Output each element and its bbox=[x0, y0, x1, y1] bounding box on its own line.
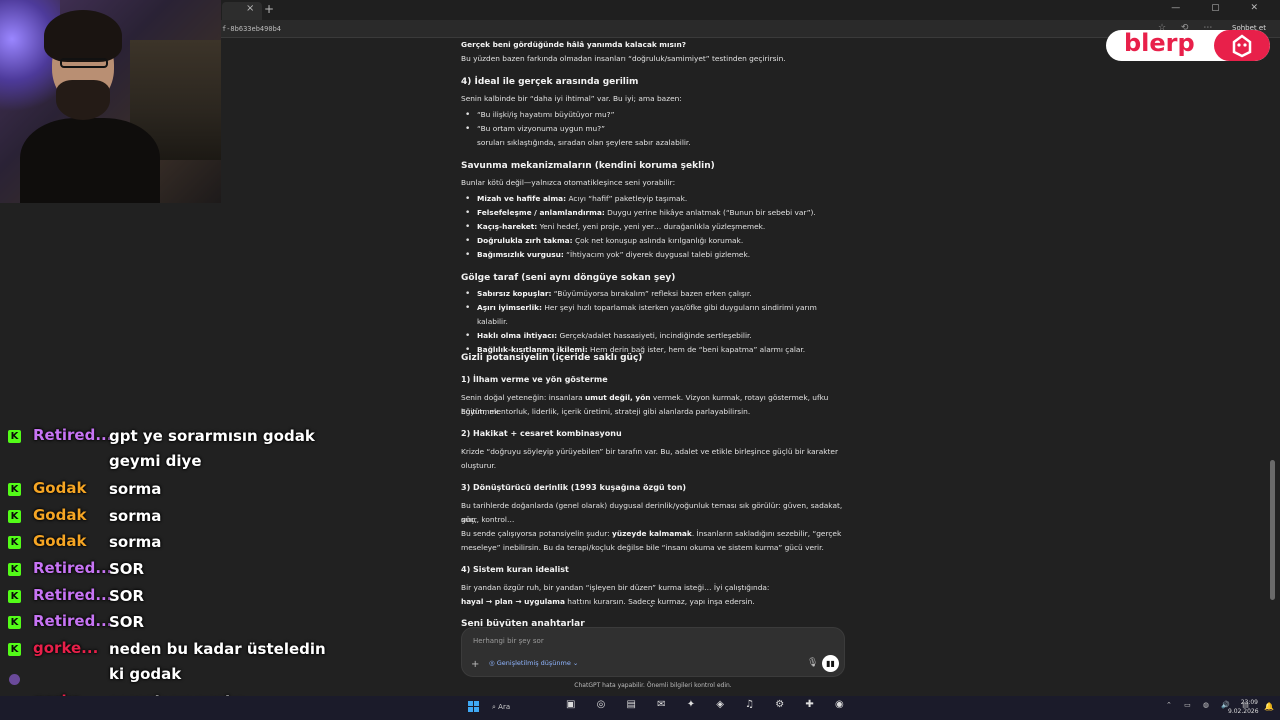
chat-username: Retired... bbox=[33, 559, 113, 577]
chat-username: gorke... bbox=[33, 639, 99, 657]
paragraph: oluşturur. bbox=[461, 461, 497, 470]
blerp-logo: blerp bbox=[1106, 30, 1270, 61]
paragraph: Krizde “doğruyu söyleyip yürüyebilen” bi… bbox=[461, 447, 839, 456]
paragraph: Bu yüzden bazen farkında olmadan insanla… bbox=[461, 54, 786, 63]
notification-icon[interactable]: 🔔 bbox=[1264, 702, 1274, 711]
kick-badge-icon: K bbox=[8, 536, 21, 549]
kick-badge-icon: K bbox=[8, 590, 21, 603]
mic-icon[interactable]: 🎙 bbox=[807, 658, 818, 668]
browser-tab[interactable] bbox=[222, 2, 262, 20]
paragraph-bold: Gerçek beni gördüğünde hâlâ yanımda kala… bbox=[461, 40, 687, 49]
subsection-heading: 4) Sistem kuran idealist bbox=[461, 565, 569, 574]
paragraph: sınır, kontrol… bbox=[461, 515, 515, 524]
chat-text: SOR bbox=[109, 587, 145, 605]
clock[interactable]: 23:09 9.02.2026 bbox=[1228, 698, 1259, 716]
kick-badge-icon: K bbox=[8, 616, 21, 629]
scrollbar[interactable] bbox=[1270, 460, 1275, 600]
taskbar: ⌕ Ara ▣ ◎ ▤ ✉ ✦ ◈ ♫ ⚙ ✚ ◉ ⌃ ▭ ◍ 🔊 ▤ 23:0… bbox=[0, 696, 1280, 720]
taskbar-search[interactable]: ⌕ Ara bbox=[488, 700, 558, 715]
chat-username: Godak bbox=[33, 532, 87, 550]
plus-icon[interactable]: + bbox=[471, 659, 479, 670]
paragraph: Senin kalbinde bir “daha iyi ihtimal” va… bbox=[461, 94, 682, 103]
chat-username: Retired... bbox=[33, 426, 113, 444]
scroll-down-icon[interactable]: ⌄ bbox=[648, 600, 655, 609]
section-heading: 4) İdeal ile gerçek arasında gerilim bbox=[461, 77, 639, 87]
list-item: Kaçış-hareket: Yeni hedef, yeni proje, y… bbox=[461, 220, 845, 234]
screen: × + — ▢ ✕ f-8b633eb490b4 ☆ ⟲ ⋯ Sohbet et… bbox=[0, 0, 1280, 720]
list-item: “Bu ortam vizyonuma uygun mu?” bbox=[461, 122, 845, 136]
subsection-heading: 1) İlham verme ve yön gösterme bbox=[461, 375, 608, 384]
chat-text: gpt ye sorarmısın godak geymi diye bbox=[109, 427, 315, 470]
chat-text: sorma bbox=[109, 533, 162, 551]
url-text[interactable]: f-8b633eb490b4 bbox=[222, 25, 281, 33]
chat-text: neden bu kadar üsteledin ki godak bbox=[109, 640, 326, 683]
kick-badge-icon: K bbox=[8, 483, 21, 496]
prompt-input-box[interactable]: Herhangi bir şey sor + ◎ Genişletilmiş d… bbox=[461, 627, 845, 677]
chat-username: Godak bbox=[33, 479, 87, 497]
taskbar-apps[interactable]: ▣ ◎ ▤ ✉ ✦ ◈ ♫ ⚙ ✚ ◉ bbox=[566, 699, 853, 710]
windows-start-icon[interactable] bbox=[468, 701, 480, 713]
paragraph: Bunlar kötü değil—yalnızca otomatikleşin… bbox=[461, 178, 676, 187]
paragraph: Bir yandan özgür ruh, bir yandan “işleye… bbox=[461, 583, 770, 592]
webcam-overlay bbox=[0, 0, 221, 203]
blerp-icon bbox=[1214, 30, 1270, 61]
section-heading: Gizli potansiyelin (içeride saklı güç) bbox=[461, 353, 643, 363]
kick-badge-icon: K bbox=[8, 643, 21, 656]
list-item: “Bu ilişki/iş hayatımı büyütüyor mu?” bbox=[461, 108, 845, 122]
list-item: Felsefeleşme / anlamlandırma: Duygu yeri… bbox=[461, 206, 845, 220]
list-item: Doğrulukla zırh takma: Çok net konuşup a… bbox=[461, 234, 845, 248]
paragraph: Bu sende çalışıyorsa potansiyelin şudur:… bbox=[461, 529, 842, 538]
disclaimer: ChatGPT hata yapabilir. Önemli bilgileri… bbox=[574, 682, 732, 689]
paragraph: meseleye” inebilirsin. Bu da terapi/koçl… bbox=[461, 543, 824, 552]
list: Mizah ve hafife alma: Acıyı “hafif” pake… bbox=[461, 192, 845, 262]
list: Sabırsız kopuşlar: “Büyümüyorsa bırakalı… bbox=[461, 287, 845, 357]
list-item: Haklı olma ihtiyacı: Gerçek/adalet hassa… bbox=[461, 329, 845, 343]
list-item: Aşırı iyimserlik: Her şeyi hızlı toparla… bbox=[461, 301, 845, 329]
chat-username: Godak bbox=[33, 506, 87, 524]
chat-text: SOR bbox=[109, 613, 145, 631]
kick-badge-icon: K bbox=[8, 510, 21, 523]
list-item: Mizah ve hafife alma: Acıyı “hafif” pake… bbox=[461, 192, 845, 206]
paragraph: soruları sıklaştığında, sıradan olan şey… bbox=[477, 138, 691, 147]
close-tab-icon[interactable]: × bbox=[246, 3, 254, 14]
chat-text: sorma bbox=[109, 507, 162, 525]
chat-username: Retired... bbox=[33, 612, 113, 630]
kick-badge-icon: K bbox=[8, 430, 21, 443]
prompt-input[interactable]: Herhangi bir şey sor bbox=[473, 637, 544, 645]
list: “Bu ilişki/iş hayatımı büyütüyor mu?” “B… bbox=[461, 108, 845, 136]
extended-thinking-button[interactable]: ◎ Genişletilmiş düşünme ⌄ bbox=[489, 659, 578, 667]
kick-badge-icon: K bbox=[8, 563, 21, 576]
section-heading: Gölge taraf (seni aynı döngüye sokan şey… bbox=[461, 273, 676, 283]
chat-text: SOR bbox=[109, 560, 145, 578]
new-tab-icon[interactable]: + bbox=[264, 2, 274, 16]
subsection-heading: 3) Dönüştürücü derinlik (1993 kuşağına ö… bbox=[461, 483, 687, 492]
list-item: Sabırsız kopuşlar: “Büyümüyorsa bırakalı… bbox=[461, 287, 845, 301]
voice-mode-icon[interactable]: ▮▮ bbox=[822, 655, 839, 672]
chat-text: sorma bbox=[109, 480, 162, 498]
subsection-heading: 2) Hakikat + cesaret kombinasyonu bbox=[461, 429, 622, 438]
section-heading: Savunma mekanizmaların (kendini koruma ş… bbox=[461, 161, 715, 171]
chat-username: Retired... bbox=[33, 586, 113, 604]
stream-chat: K Retired... gpt ye sorarmısın godak geymi … bbox=[0, 424, 326, 720]
window-controls[interactable]: — ▢ ✕ bbox=[1171, 3, 1272, 13]
list-item: Bağımsızlık vurgusu: “İhtiyacım yok” diy… bbox=[461, 248, 845, 262]
avatar bbox=[9, 674, 20, 685]
chat-message: Gerçek beni gördüğünde hâlâ yanımda kala… bbox=[461, 38, 845, 630]
paragraph: Eğitim, mentorluk, liderlik, içerik üret… bbox=[461, 407, 751, 416]
